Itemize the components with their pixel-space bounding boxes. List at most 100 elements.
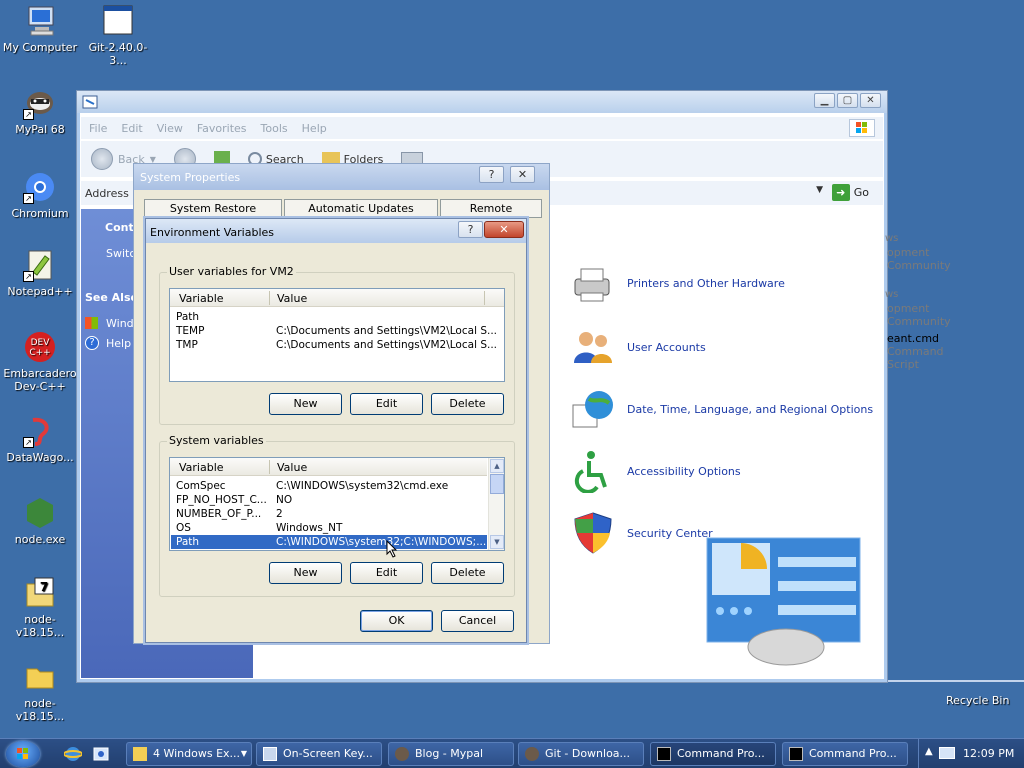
address-dropdown-icon[interactable]: ▼ xyxy=(816,185,823,195)
column-value[interactable]: Value xyxy=(277,292,307,305)
tab-system-restore[interactable]: System Restore xyxy=(144,199,282,218)
menu-file[interactable]: File xyxy=(89,122,107,135)
window-titlebar[interactable]: ▁ ▢ ✕ xyxy=(77,91,887,113)
go-label: Go xyxy=(853,186,869,199)
see-also-header[interactable]: See Also xyxy=(85,291,138,304)
category-label[interactable]: User Accounts xyxy=(627,341,706,354)
category-date-time[interactable]: Date, Time, Language, and Regional Optio… xyxy=(571,387,873,431)
menu-favorites[interactable]: Favorites xyxy=(197,122,247,135)
help-support-link[interactable]: Help xyxy=(106,337,131,350)
clock[interactable]: 12:09 PM xyxy=(963,747,1014,760)
user-delete-button[interactable]: Delete xyxy=(431,393,504,415)
scroll-down-arrow-icon[interactable]: ▼ xyxy=(490,535,504,549)
table-row[interactable]: ComSpec C:\WINDOWS\system32\cmd.exe xyxy=(171,479,487,493)
windows-update-icon xyxy=(85,317,98,329)
category-user-accounts[interactable]: User Accounts xyxy=(571,325,706,369)
taskbar-button-onscreen-keyboard[interactable]: On-Screen Key... xyxy=(256,742,382,766)
category-security-center[interactable]: Security Center xyxy=(571,511,713,555)
desktop-icon-notepadpp[interactable]: ↗ Notepad++ xyxy=(0,248,80,298)
help-button[interactable]: ? xyxy=(458,221,483,238)
keyboard-layout-icon[interactable] xyxy=(939,747,955,759)
variable-cell: OS xyxy=(176,522,191,534)
user-new-button[interactable]: New xyxy=(269,393,342,415)
close-button[interactable]: ✕ xyxy=(484,221,524,238)
shortcut-arrow-icon: ↗ xyxy=(23,437,34,448)
windows-update-link[interactable]: Wind xyxy=(106,317,134,330)
close-button[interactable]: ✕ xyxy=(510,166,535,183)
desktop-icon-node-folder[interactable]: node-v18.15... xyxy=(0,660,80,723)
maximize-button[interactable]: ▢ xyxy=(837,93,858,108)
column-variable[interactable]: Variable xyxy=(179,461,224,474)
go-button[interactable]: ➜ Go xyxy=(831,184,869,201)
help-button[interactable]: ? xyxy=(479,166,504,183)
desktop-icon-node-archive[interactable]: 7 node-v18.15... xyxy=(0,576,80,639)
show-desktop-icon[interactable] xyxy=(92,745,110,763)
desktop-icon-node-exe[interactable]: node.exe xyxy=(0,496,80,546)
list-header: Variable Value xyxy=(170,458,487,476)
desktop-icon-devcpp[interactable]: DEV C++ Embarcadero Dev-C++ xyxy=(0,330,80,393)
taskbar-button-windows-explorer[interactable]: 4 Windows Ex... ▼ xyxy=(126,742,252,766)
vertical-scrollbar[interactable]: ▲ ▼ xyxy=(488,458,504,550)
category-label[interactable]: Date, Time, Language, and Regional Optio… xyxy=(627,403,873,416)
ok-button[interactable]: OK xyxy=(360,610,433,632)
table-row[interactable]: Path xyxy=(171,310,487,324)
desktop-icon-label: node-v18.15... xyxy=(15,697,65,723)
recycle-bin-label[interactable]: Recycle Bin xyxy=(946,694,1009,707)
category-label[interactable]: Accessibility Options xyxy=(627,465,741,478)
category-accessibility[interactable]: Accessibility Options xyxy=(571,449,741,494)
desktop-icon-datawago[interactable]: ↗ DataWago... xyxy=(0,414,80,464)
menu-tools[interactable]: Tools xyxy=(261,122,288,135)
shortcut-arrow-icon: ↗ xyxy=(23,109,34,120)
variable-cell: FP_NO_HOST_C... xyxy=(176,494,267,506)
cancel-button[interactable]: Cancel xyxy=(441,610,514,632)
system-new-button[interactable]: New xyxy=(269,562,342,584)
desktop-icon-mypal[interactable]: ↗ MyPal 68 xyxy=(0,86,80,136)
menu-help[interactable]: Help xyxy=(302,122,327,135)
switch-view-link[interactable]: Switc xyxy=(106,247,135,260)
table-row-selected[interactable]: Path C:\WINDOWS\system32;C:\WINDOWS;... xyxy=(171,535,487,549)
tab-automatic-updates[interactable]: Automatic Updates xyxy=(284,199,438,218)
table-row[interactable]: FP_NO_HOST_C... NO xyxy=(171,493,487,507)
menu-view[interactable]: View xyxy=(157,122,183,135)
tray-expand-arrow-icon[interactable]: ▲ xyxy=(925,746,933,757)
svg-text:7: 7 xyxy=(40,580,48,594)
desktop-icon-chromium[interactable]: ↗ Chromium xyxy=(0,170,80,220)
minimize-button[interactable]: ▁ xyxy=(814,93,835,108)
category-label[interactable]: Security Center xyxy=(627,527,713,540)
value-cell: C:\Documents and Settings\VM2\Local S... xyxy=(276,325,497,337)
table-row[interactable]: TEMP C:\Documents and Settings\VM2\Local… xyxy=(171,324,497,338)
group-dropdown-icon[interactable]: ▼ xyxy=(241,743,247,765)
tab-remote[interactable]: Remote xyxy=(440,199,542,218)
column-value[interactable]: Value xyxy=(277,461,307,474)
back-arrow-icon[interactable] xyxy=(91,148,113,170)
shield-icon xyxy=(571,511,615,555)
column-variable[interactable]: Variable xyxy=(179,292,224,305)
start-button[interactable] xyxy=(6,741,40,767)
table-row[interactable]: NUMBER_OF_P... 2 xyxy=(171,507,487,521)
taskbar-button-command-prompt[interactable]: Command Pro... xyxy=(650,742,776,766)
user-edit-button[interactable]: Edit xyxy=(350,393,423,415)
variable-cell: TEMP xyxy=(176,325,205,337)
category-label[interactable]: Printers and Other Hardware xyxy=(627,277,785,290)
taskbar-button-mypal[interactable]: Blog - Mypal xyxy=(388,742,514,766)
task-label: On-Screen Key... xyxy=(283,747,373,760)
taskbar-button-command-prompt[interactable]: Command Pro... xyxy=(782,742,908,766)
desktop-icon-my-computer[interactable]: My Computer xyxy=(0,4,80,54)
menu-edit[interactable]: Edit xyxy=(121,122,142,135)
variable-cell: TMP xyxy=(176,339,198,351)
user-variables-list[interactable]: Variable Value Path TEMP C:\Documents an… xyxy=(169,288,505,382)
table-row[interactable]: TMP C:\Documents and Settings\VM2\Local … xyxy=(171,338,497,352)
internet-explorer-icon[interactable] xyxy=(63,745,83,763)
system-variables-list[interactable]: Variable Value ComSpec C:\WINDOWS\system… xyxy=(169,457,505,551)
scroll-thumb[interactable] xyxy=(490,474,504,494)
taskbar-button-git-download[interactable]: Git - Downloa... xyxy=(518,742,644,766)
file-name-fragment[interactable]: eant.cmd xyxy=(887,332,939,345)
category-printers[interactable]: Printers and Other Hardware xyxy=(571,261,785,305)
desktop-icon-git-installer[interactable]: Git-2.40.0-3... xyxy=(78,4,158,67)
scroll-up-arrow-icon[interactable]: ▲ xyxy=(490,459,504,473)
table-row[interactable]: OS Windows_NT xyxy=(171,521,487,535)
system-delete-button[interactable]: Delete xyxy=(431,562,504,584)
dialog-title: System Properties xyxy=(140,171,241,184)
close-button[interactable]: ✕ xyxy=(860,93,881,108)
system-edit-button[interactable]: Edit xyxy=(350,562,423,584)
